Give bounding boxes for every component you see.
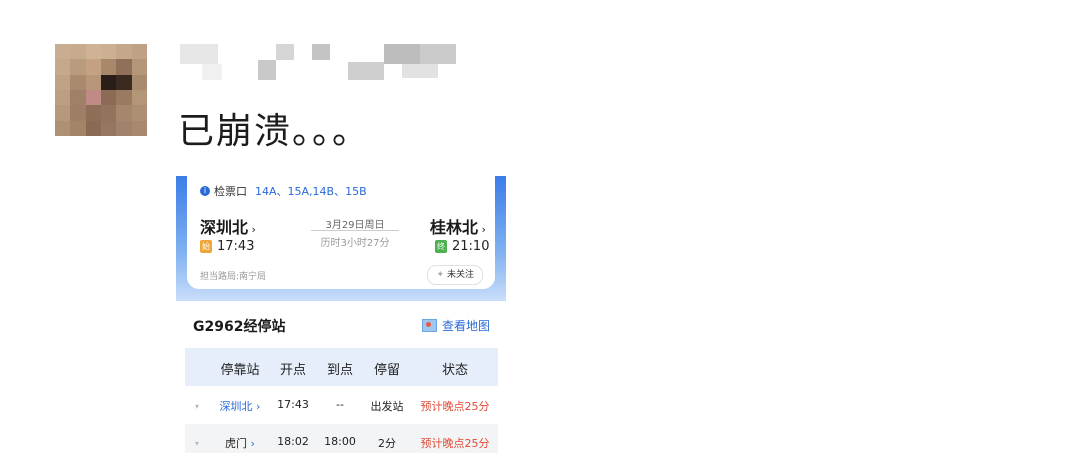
stop-stay: 2分 [378,437,396,450]
col-status: 状态 [441,363,468,378]
end-tag: 终 [435,240,447,253]
view-map-link[interactable]: 查看地图 [421,317,490,334]
post-text: 已崩溃。。。 [178,111,371,152]
ticket-card: i 检票口 14A、15A,14B、15B 深圳北 › 始 17:43 3月29… [187,176,495,289]
col-stay: 停留 [373,363,400,378]
follow-button[interactable]: ✦ 未关注 [427,265,483,285]
star-icon: ✦ [436,270,444,280]
stop-stay: 出发站 [370,400,404,413]
table-row[interactable]: ▾ 虎门 › 18:02 18:00 2分 预计晚点25分 [185,424,498,453]
stops-table-header: 停靠站 开点 到点 停留 状态 [185,348,498,386]
stop-station[interactable]: 深圳北 › [207,398,273,414]
arrive-time: 21:10 [452,239,490,254]
table-row[interactable]: ▾ 深圳北 › 17:43 -- 出发站 预计晚点25分 [185,387,498,423]
col-station: 停靠站 [220,363,260,378]
to-station[interactable]: 桂林北 › [430,214,486,238]
depart-time: 17:43 [217,239,255,254]
col-depart: 开点 [279,363,306,378]
gate-label: 检票口 [214,185,247,198]
arrive-time-row: 终 21:10 [435,239,489,254]
gate-numbers: 14A、15A,14B、15B [255,185,367,198]
gate-row: i 检票口 14A、15A,14B、15B [200,183,367,199]
row-marker-icon: ▾ [195,439,200,448]
stop-depart: 18:02 [277,435,309,448]
info-icon: i [200,186,210,196]
stop-arrive: -- [336,398,344,411]
stop-station[interactable]: 虎门 › [207,435,273,451]
stop-status: 预计晚点25分 [420,437,490,450]
embedded-screenshot: i 检票口 14A、15A,14B、15B 深圳北 › 始 17:43 3月29… [176,176,506,453]
depart-time-row: 始 17:43 [200,239,254,254]
avatar[interactable] [55,44,147,136]
operating-bureau: 担当路局:南宁局 [200,272,267,282]
stop-status: 预计晚点25分 [420,400,490,413]
stop-arrive: 18:00 [324,435,356,448]
row-marker-icon: ▾ [195,402,200,411]
from-station[interactable]: 深圳北 › [200,214,256,238]
username[interactable] [180,44,460,82]
stop-depart: 17:43 [277,398,309,411]
start-tag: 始 [200,240,212,253]
route-line [311,230,399,231]
travel-date: 3月29日周日 [325,220,385,231]
col-arrive: 到点 [326,363,353,378]
map-icon [421,319,437,332]
travel-duration: 历时3小时27分 [320,238,390,249]
stops-title: G2962经停站 [193,319,286,335]
